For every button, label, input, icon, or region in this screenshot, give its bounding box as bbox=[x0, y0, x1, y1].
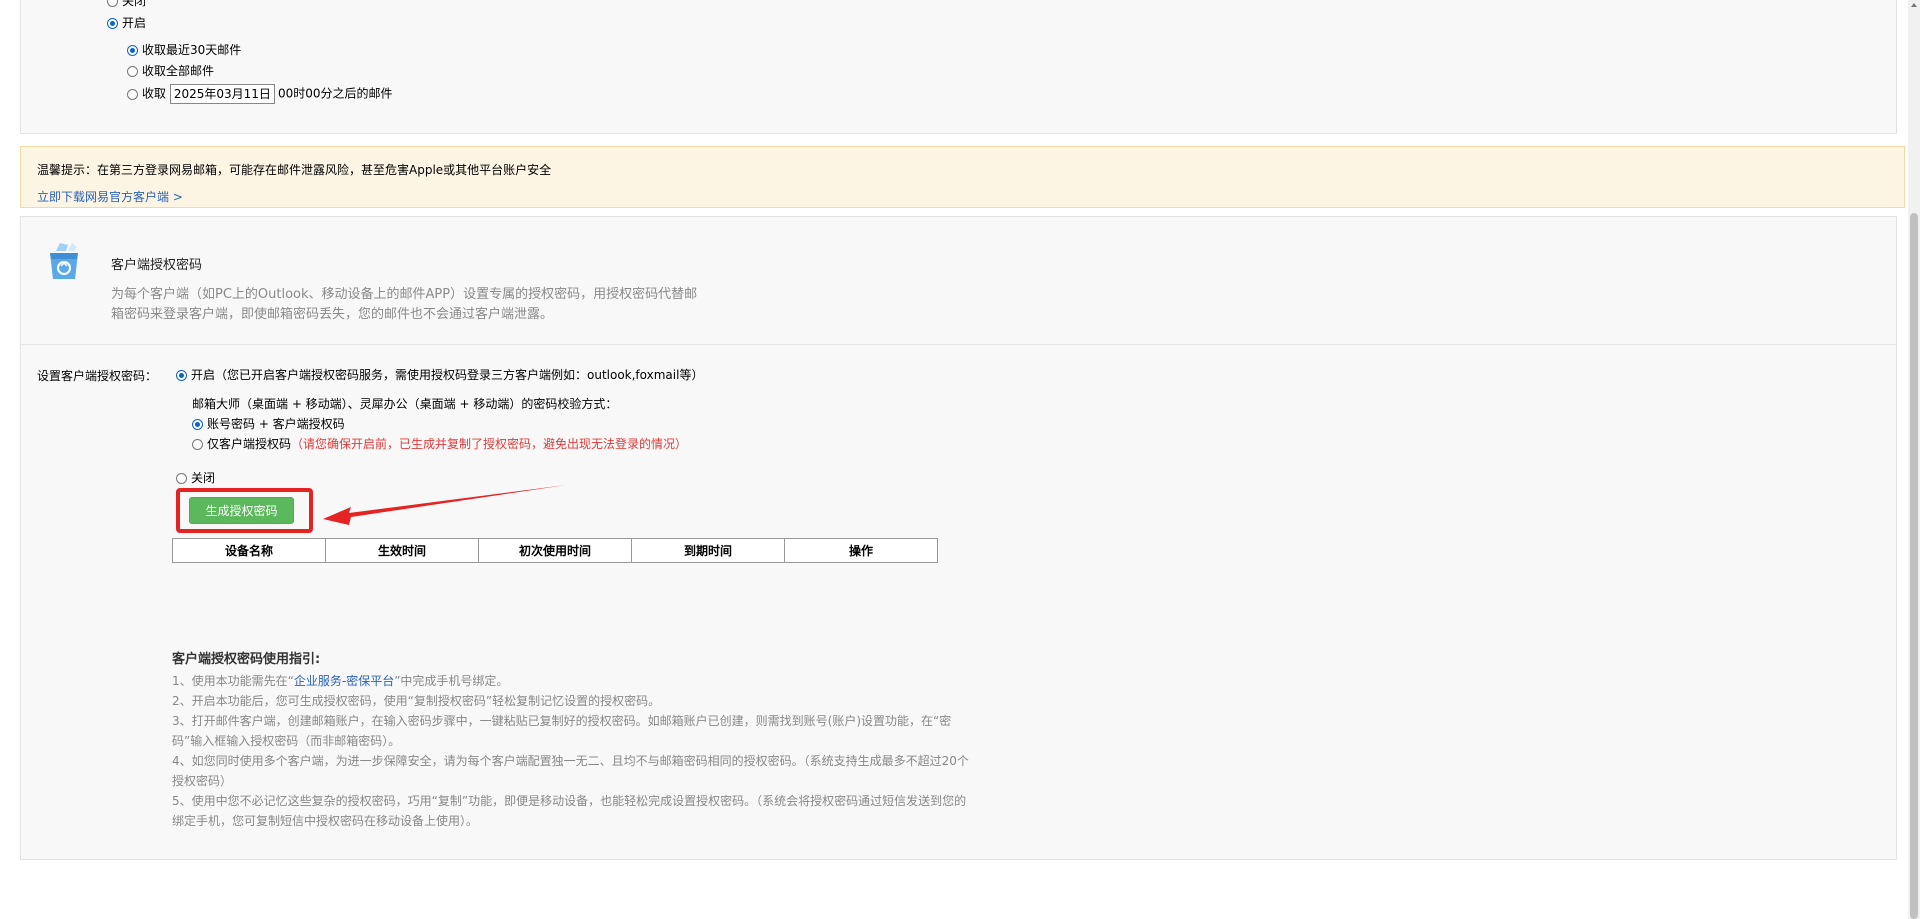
device-table-header-row: 设备名称 生效时间 初次使用时间 到期时间 操作 bbox=[172, 538, 938, 563]
device-table: 设备名称 生效时间 初次使用时间 到期时间 操作 bbox=[172, 538, 938, 563]
fetch-30days-label: 收取最近30天邮件 bbox=[142, 43, 242, 57]
verify-account-plus-auth-radio[interactable] bbox=[192, 419, 203, 430]
auth-code-title: 客户端授权密码 bbox=[111, 258, 203, 273]
fetch-close-radio[interactable] bbox=[107, 0, 118, 7]
download-client-link[interactable]: 立即下载网易官方客户端 > bbox=[37, 188, 183, 205]
fetch-open-label: 开启 bbox=[122, 16, 147, 30]
auth-close-label: 关闭 bbox=[191, 471, 216, 485]
fetch-close-option[interactable]: 关闭 bbox=[107, 0, 146, 9]
generate-auth-code-button[interactable]: 生成授权密码 bbox=[189, 497, 294, 524]
expiry-time-header: 到期时间 bbox=[631, 538, 785, 563]
fetch-since-radio[interactable] bbox=[127, 88, 138, 100]
vertical-scrollbar[interactable] bbox=[1908, 0, 1920, 919]
fetch-open-option[interactable]: 开启 bbox=[107, 15, 146, 31]
auth-close-radio[interactable] bbox=[176, 473, 187, 484]
guide-item-3: 3、打开邮件客户端，创建邮箱账户，在输入密码步骤中，一键粘贴已复制好的授权密码。… bbox=[172, 714, 952, 748]
verify-method-desc: 邮箱大师（桌面端 + 移动端）、灵犀办公（桌面端 + 移动端）的密码校验方式： bbox=[192, 397, 618, 411]
guide-item-1-prefix: 1、使用本功能需先在“ bbox=[172, 674, 294, 688]
auth-open-option[interactable]: 开启（您已开启客户端授权密码服务，需使用授权码登录三方客户端例如：outlook… bbox=[176, 367, 703, 383]
guide-item-5: 5、使用中您不必记忆这些复杂的授权密码，巧用“复制”功能，即便是移动设备，也能轻… bbox=[172, 794, 967, 828]
security-warning-banner: 温馨提示：在第三方登录网易邮箱，可能存在邮件泄露风险，甚至危害Apple或其他平… bbox=[20, 146, 1905, 208]
guide-item-4: 4、如您同时使用多个客户端，为进一步保障安全，请为每个客户端配置独一无二、且均不… bbox=[172, 754, 969, 788]
fetch-30days-radio[interactable] bbox=[127, 45, 138, 56]
fetch-30days-option[interactable]: 收取最近30天邮件 bbox=[127, 42, 241, 58]
auth-setting-label: 设置客户端授权密码： bbox=[37, 369, 158, 383]
auth-open-label: 开启（您已开启客户端授权密码服务，需使用授权码登录三方客户端例如：outlook… bbox=[191, 368, 704, 382]
scroll-up-arrow-icon[interactable] bbox=[1911, 3, 1917, 7]
fetch-since-suffix: 00时00分之后的邮件 bbox=[277, 86, 393, 101]
fetch-settings-panel: 关闭 开启 收取最近30天邮件 收取全部邮件 收取 2025年03月11日 00时… bbox=[20, 0, 1897, 134]
fetch-since-date-input[interactable]: 2025年03月11日 bbox=[169, 84, 275, 104]
verify-account-plus-auth-option[interactable]: 账号密码 + 客户端授权码 bbox=[192, 416, 345, 432]
verify-auth-only-radio[interactable] bbox=[192, 439, 203, 450]
fetch-all-option[interactable]: 收取全部邮件 bbox=[127, 63, 214, 79]
auth-code-description: 为每个客户端（如PC上的Outlook、移动设备上的邮件APP）设置专属的授权密… bbox=[111, 287, 698, 322]
usage-guide: 客户端授权密码使用指引: 1、使用本功能需先在“企业服务-密保平台”中完成手机号… bbox=[172, 649, 972, 831]
fetch-all-radio[interactable] bbox=[127, 66, 138, 77]
fetch-since-option[interactable]: 收取 2025年03月11日 00时00分之后的邮件 bbox=[127, 84, 392, 104]
auth-close-option[interactable]: 关闭 bbox=[176, 470, 215, 486]
verify-auth-only-label: 仅客户端授权码 bbox=[207, 437, 292, 451]
red-arrow-annotation bbox=[323, 485, 566, 525]
verify-auth-only-option[interactable]: 仅客户端授权码（请您确保开启前，已生成并复制了授权密码，避免出现无法登录的情况） bbox=[192, 436, 687, 452]
page: 关闭 开启 收取最近30天邮件 收取全部邮件 收取 2025年03月11日 00时… bbox=[0, 0, 1920, 919]
scrollbar-thumb[interactable] bbox=[1910, 213, 1918, 919]
first-use-time-header: 初次使用时间 bbox=[478, 538, 632, 563]
guide-item-1: 1、使用本功能需先在“企业服务-密保平台”中完成手机号绑定。 bbox=[172, 671, 972, 691]
auth-code-intro: 客户端授权密码 为每个客户端（如PC上的Outlook、移动设备上的邮件APP）… bbox=[21, 217, 1896, 345]
auth-code-panel: 客户端授权密码 为每个客户端（如PC上的Outlook、移动设备上的邮件APP）… bbox=[20, 216, 1897, 860]
fetch-since-prefix: 收取 bbox=[142, 86, 167, 101]
warning-text: 温馨提示：在第三方登录网易邮箱，可能存在邮件泄露风险，甚至危害Apple或其他平… bbox=[37, 163, 552, 177]
auth-open-radio[interactable] bbox=[176, 370, 187, 381]
usage-guide-title: 客户端授权密码使用指引: bbox=[172, 652, 321, 667]
action-header: 操作 bbox=[784, 538, 938, 563]
security-platform-link[interactable]: 企业服务-密保平台 bbox=[294, 674, 394, 688]
effective-time-header: 生效时间 bbox=[325, 538, 479, 563]
recycle-bin-icon bbox=[50, 243, 78, 279]
guide-item-1-suffix: ”中完成手机号绑定。 bbox=[394, 674, 509, 688]
guide-item-2: 2、开启本功能后，您可生成授权密码，使用“复制授权密码”轻松复制记忆设置的授权密… bbox=[172, 694, 661, 708]
device-name-header: 设备名称 bbox=[172, 538, 326, 563]
verify-account-plus-auth-label: 账号密码 + 客户端授权码 bbox=[207, 417, 345, 431]
fetch-close-label: 关闭 bbox=[122, 0, 147, 8]
fetch-open-radio[interactable] bbox=[107, 18, 118, 29]
verify-auth-only-warning: （请您确保开启前，已生成并复制了授权密码，避免出现无法登录的情况） bbox=[291, 437, 688, 451]
fetch-all-label: 收取全部邮件 bbox=[142, 64, 215, 78]
